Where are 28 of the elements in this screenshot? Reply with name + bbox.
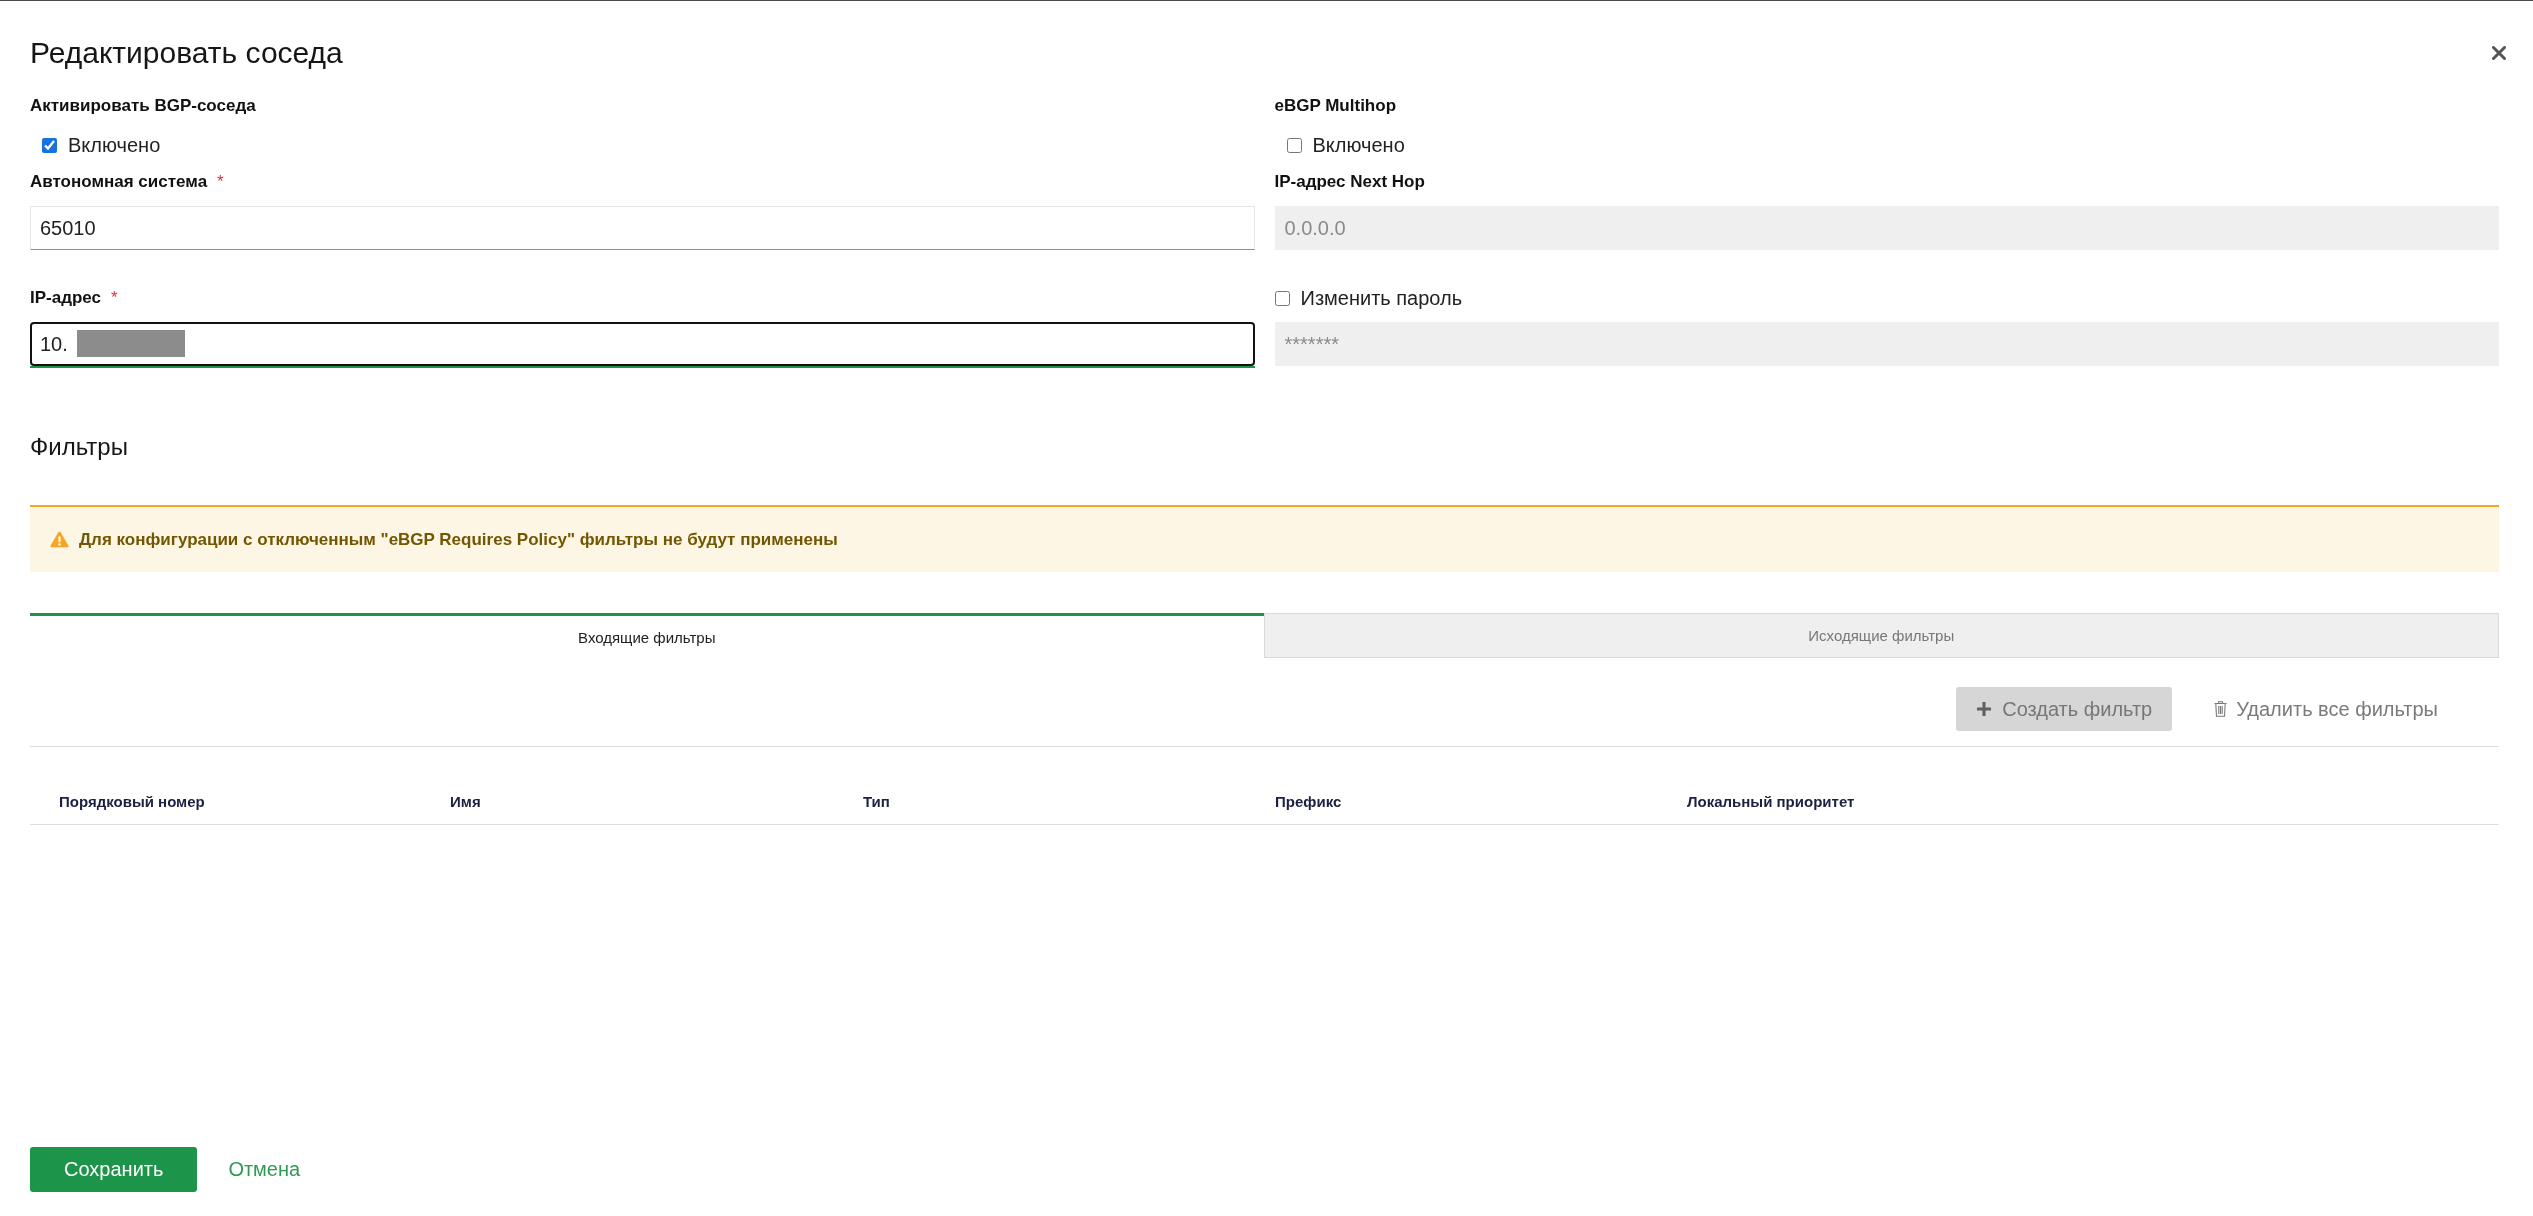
column-header: Имя [450, 792, 481, 810]
trash-icon [2214, 701, 2228, 717]
field-label: Активировать BGP-соседа [30, 95, 256, 117]
column-header: Порядковый номер [59, 792, 205, 810]
tab[interactable]: Исходящие фильтры [1263, 613, 2499, 658]
column-header: Локальный приоритет [1687, 792, 1855, 810]
warning-icon [50, 531, 69, 548]
checkbox[interactable] [1286, 137, 1302, 153]
required-mark: * [217, 171, 224, 193]
column-header: Тип [863, 792, 890, 810]
cancel-link[interactable]: Отмена [228, 1158, 301, 1181]
required-mark: * [111, 287, 118, 309]
text-field[interactable]: 10. [30, 322, 1255, 366]
checkbox[interactable] [42, 137, 57, 153]
section-title: Фильтры [30, 432, 129, 462]
field-label: IP-адрес Next Hop [1274, 171, 1425, 193]
save-button[interactable]: Сохранить [30, 1147, 198, 1192]
checkbox-label[interactable]: Включено [1312, 133, 1405, 157]
plus-icon [1976, 701, 1993, 717]
checkbox-label[interactable]: Включено [68, 133, 161, 157]
field-label: eBGP Multihop [1274, 95, 1396, 117]
text-field[interactable]: 65010 [30, 206, 1255, 250]
dialog-title: Редактировать соседа [30, 35, 343, 71]
field-label: Автономная система [30, 171, 208, 193]
alert-text: Для конфигурации с отключенным "eBGP Requires Policy" фильтры не будут применены [79, 529, 838, 550]
field-label: IP-адрес [30, 287, 102, 309]
column-header: Префикс [1275, 792, 1342, 810]
close-icon[interactable] [2492, 46, 2506, 60]
